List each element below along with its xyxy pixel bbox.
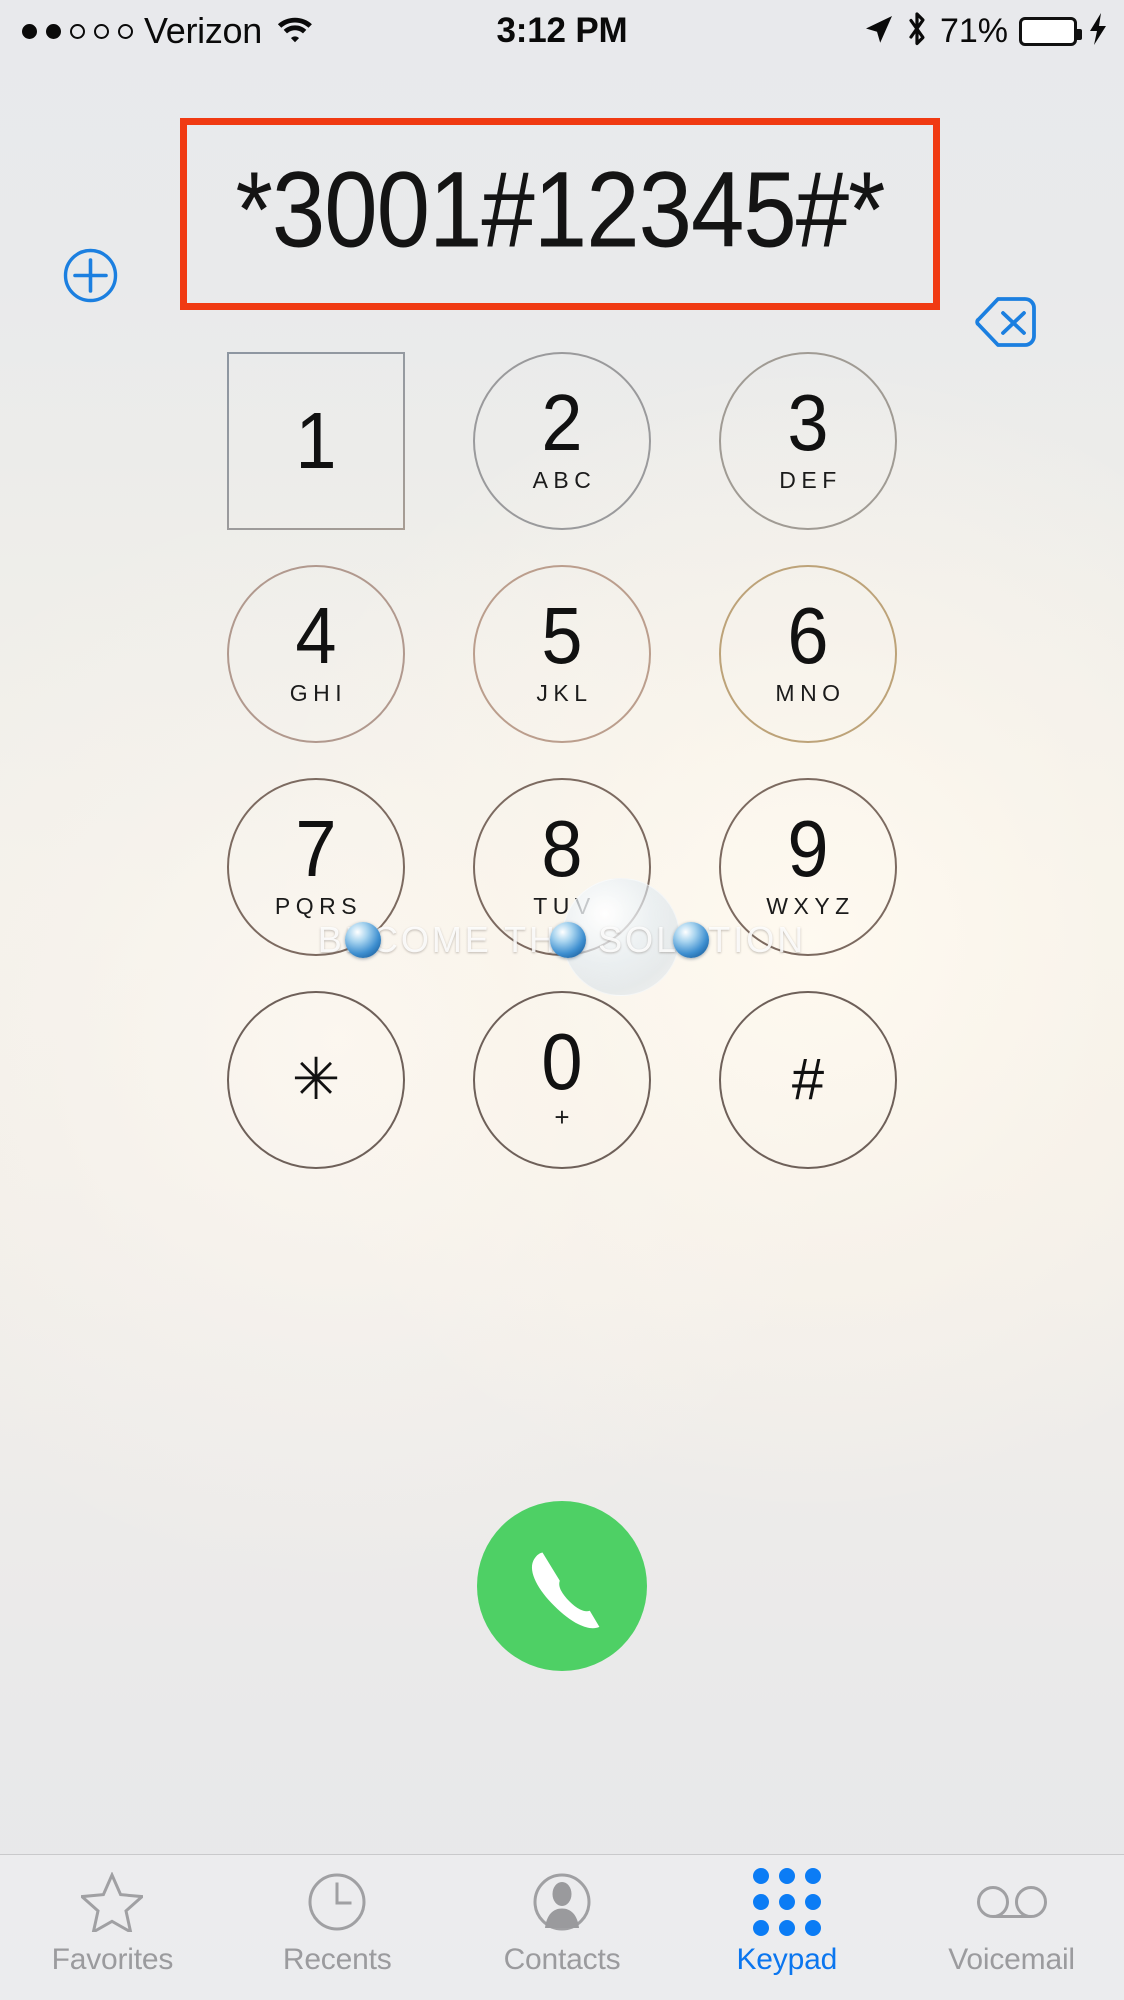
keypad-dots-icon (752, 1868, 821, 1936)
tab-contacts[interactable]: Contacts (450, 1855, 675, 2000)
keypad-key-8[interactable]: 8 TUV (473, 778, 651, 956)
keypad-key-1[interactable]: 1 (227, 352, 405, 530)
tab-favorites[interactable]: Favorites (0, 1855, 225, 2000)
add-contact-button[interactable] (62, 247, 119, 304)
dialed-number-text: *3001#12345#* (235, 150, 885, 270)
key-letters: WXYZ (766, 893, 855, 920)
status-bar-right: 71% (864, 0, 1108, 62)
tab-keypad[interactable]: Keypad (674, 1855, 899, 2000)
bluetooth-icon (905, 11, 929, 52)
keypad-key-3[interactable]: 3 DEF (719, 352, 897, 530)
location-arrow-icon (864, 13, 894, 50)
keypad-key-4[interactable]: 4 GHI (227, 565, 405, 743)
key-letters: ABC (532, 467, 597, 494)
keypad-row-2: 4 GHI 5 JKL 6 MNO (0, 565, 1124, 743)
keypad-key-hash[interactable]: # (719, 991, 897, 1169)
keypad-key-5[interactable]: 5 JKL (473, 565, 651, 743)
key-digit: 7 (295, 803, 337, 894)
keypad-key-0[interactable]: 0 + (473, 991, 651, 1169)
backspace-delete-icon (975, 297, 1036, 347)
keypad-key-2[interactable]: 2 ABC (473, 352, 651, 530)
tab-recents[interactable]: Recents (225, 1855, 450, 2000)
tab-voicemail[interactable]: Voicemail (899, 1855, 1124, 2000)
keypad-key-7[interactable]: 7 PQRS (227, 778, 405, 956)
person-icon (532, 1871, 592, 1933)
number-display-row: *3001#12345#* (0, 100, 1124, 347)
battery-percent-label: 71% (939, 11, 1008, 50)
key-letters: GHI (289, 680, 348, 707)
call-button[interactable] (477, 1501, 647, 1671)
key-digit: 2 (541, 377, 583, 468)
key-digit: 5 (541, 590, 583, 681)
keypad-key-9[interactable]: 9 WXYZ (719, 778, 897, 956)
key-letters: MNO (775, 680, 846, 707)
key-letters: DEF (779, 467, 842, 494)
key-letters: PQRS (274, 893, 363, 920)
tab-bar: Favorites Recents Contacts Keypad Voicem… (0, 1854, 1124, 2000)
phone-handset-icon (531, 1552, 600, 1629)
key-digit: 8 (541, 803, 583, 894)
tab-label: Favorites (51, 1943, 174, 1976)
key-digit: 6 (787, 590, 829, 681)
key-digit: # (791, 1047, 825, 1112)
star-icon (81, 1871, 144, 1933)
dialed-number-field[interactable]: *3001#12345#* (180, 118, 940, 310)
add-contact-plus-circle-icon (63, 248, 118, 303)
keypad-key-asterisk[interactable]: ✳ (227, 991, 405, 1169)
tab-label: Contacts (503, 1943, 621, 1976)
key-letters: JKL (536, 680, 593, 707)
tab-label: Voicemail (948, 1943, 1075, 1976)
backspace-button[interactable] (975, 293, 1037, 351)
keypad-key-6[interactable]: 6 MNO (719, 565, 897, 743)
key-digit: ✳ (291, 1047, 341, 1112)
keypad-row-3: 7 PQRS 8 TUV 9 WXYZ (0, 778, 1124, 956)
key-digit: 0 (541, 1016, 583, 1107)
key-letters: + (554, 1101, 570, 1132)
tab-label: Keypad (736, 1943, 838, 1976)
keypad-row-4: ✳ 0 + # (0, 991, 1124, 1169)
voicemail-icon (976, 1871, 1048, 1933)
lightning-bolt-icon (1088, 12, 1108, 51)
tab-label: Recents (282, 1943, 392, 1976)
status-bar: Verizon 3:12 PM 71% (0, 0, 1124, 62)
key-digit: 1 (295, 395, 337, 486)
key-digit: 9 (787, 803, 829, 894)
clock-icon (307, 1871, 367, 1933)
key-digit: 3 (787, 377, 829, 468)
phone-dialer-screen: Verizon 3:12 PM 71% *3001#12345#* 1 2 AB… (0, 0, 1124, 2000)
key-letters: TUV (533, 893, 596, 920)
keypad-grid: 1 2 ABC 3 DEF 4 GHI 5 JKL 6 MNO 7 PQRS 8… (0, 352, 1124, 1204)
battery-icon (1019, 16, 1082, 46)
keypad-row-1: 1 2 ABC 3 DEF (0, 352, 1124, 530)
key-digit: 4 (295, 590, 337, 681)
